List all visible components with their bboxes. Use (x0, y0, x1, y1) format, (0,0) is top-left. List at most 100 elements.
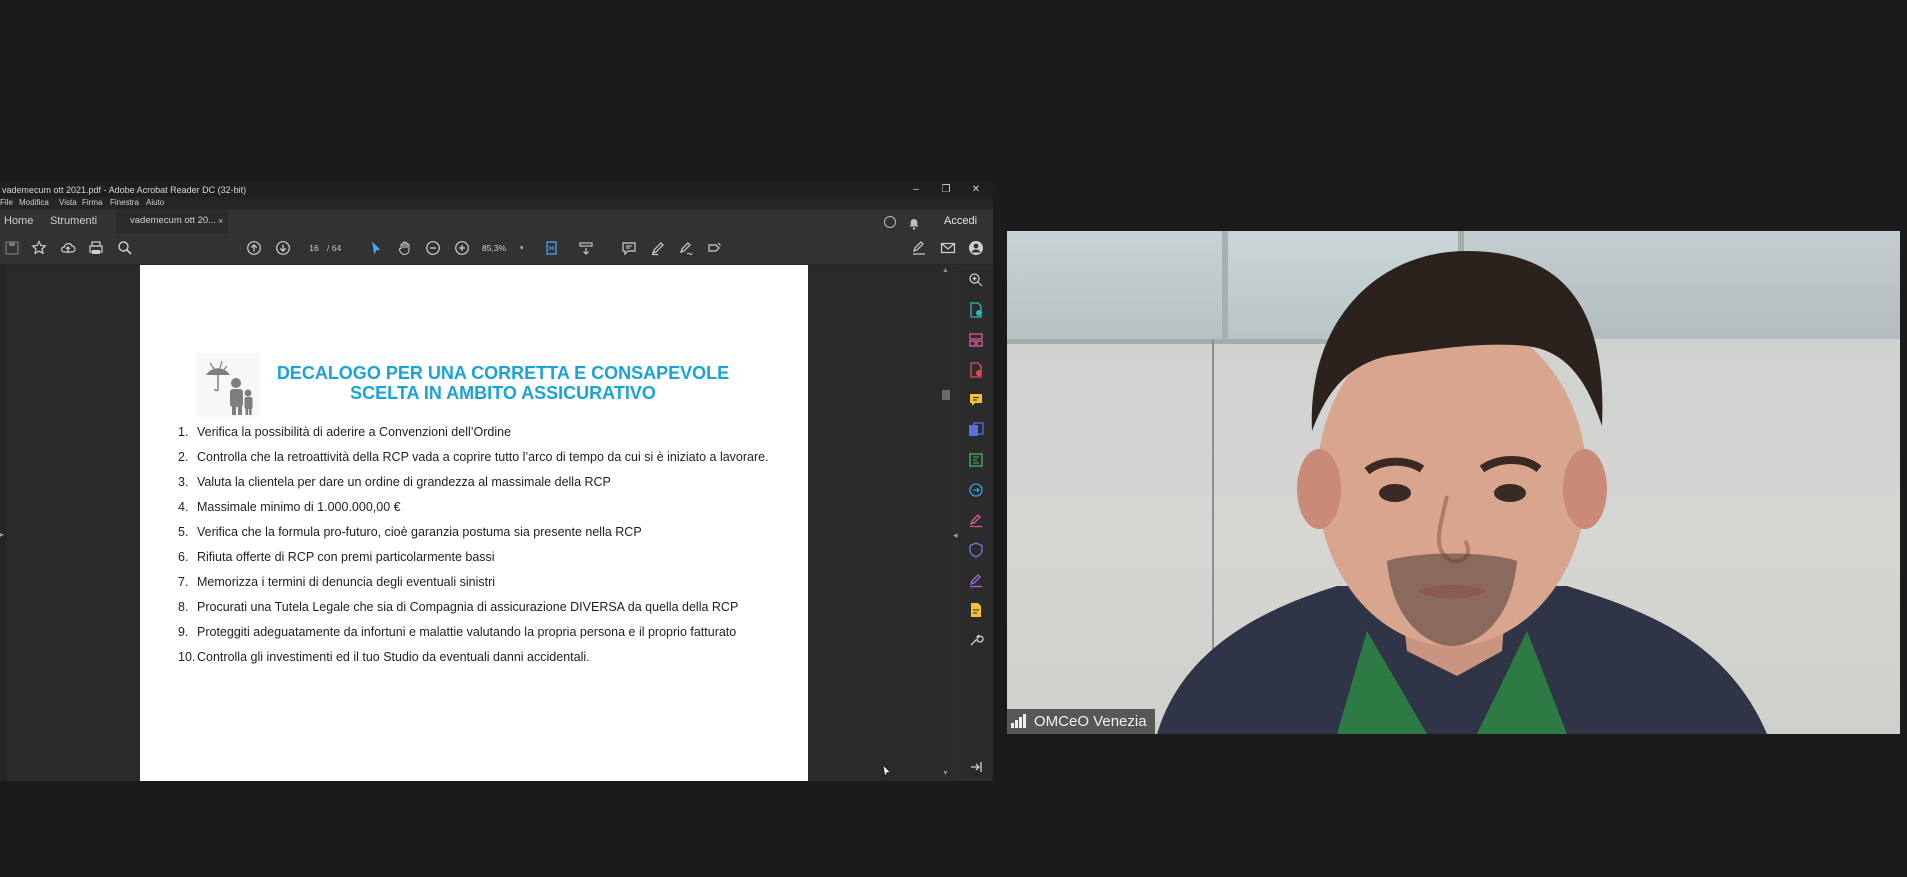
list-item: 4. Massimale minimo di 1.000.000,00 € (178, 500, 798, 525)
document-heading: DECALOGO PER UNA CORRETTA E CONSAPEVOLE … (268, 363, 738, 403)
participant-video-tile[interactable]: OMCeO Venezia (1007, 231, 1900, 734)
search-icon[interactable] (117, 240, 133, 256)
page-fit-icon[interactable] (544, 240, 560, 256)
list-item-number: 10. (178, 650, 196, 664)
restore-button[interactable]: ❐ (933, 183, 959, 197)
vertical-scrollbar[interactable]: ▲ ▼ (940, 265, 952, 781)
zoom-in-icon[interactable] (454, 240, 470, 256)
zoom-tool-icon[interactable] (968, 272, 984, 288)
comment-icon[interactable] (621, 240, 637, 256)
help-icon[interactable] (884, 216, 896, 228)
list-item-text: Proteggiti adeguatamente da infortuni e … (197, 625, 737, 639)
print-icon[interactable] (88, 240, 104, 256)
list-item: 8. Procurati una Tutela Legale che sia di… (178, 600, 798, 625)
window-title: vademecum ott 2021.pdf - Adobe Acrobat R… (2, 185, 247, 195)
comment-tool-icon[interactable] (968, 392, 984, 408)
scrollbar-thumb[interactable] (942, 390, 950, 400)
menu-finestra[interactable]: Finestra (110, 197, 139, 209)
tab-bar: Home Strumenti vademecum ott 20... × Acc… (0, 209, 993, 233)
tab-strumenti[interactable]: Strumenti (50, 209, 97, 233)
acrobat-reader-window: vademecum ott 2021.pdf - Adobe Acrobat R… (0, 183, 993, 781)
signal-strength-icon (1011, 714, 1029, 728)
menu-firma[interactable]: Firma (82, 197, 102, 209)
list-item-text: Massimale minimo di 1.000.000,00 € (197, 500, 401, 514)
expand-left-panel-icon[interactable]: ▸ (0, 530, 4, 539)
fill-sign-icon[interactable] (707, 240, 723, 256)
menu-vista[interactable]: Vista (59, 197, 77, 209)
page-number-input[interactable]: 16 (303, 242, 325, 255)
zoom-out-icon[interactable] (425, 240, 441, 256)
notifications-bell-icon[interactable] (908, 215, 920, 230)
hand-tool-icon[interactable] (397, 240, 413, 256)
list-item: 9. Proteggiti adeguatamente da infortuni … (178, 625, 798, 650)
more-tools-icon[interactable] (968, 632, 984, 648)
list-item-number: 2. (178, 450, 189, 464)
create-pdf-icon[interactable] (968, 302, 984, 318)
list-item-text: Rifiuta offerte di RCP con premi partico… (197, 550, 495, 564)
share-user-icon[interactable] (968, 240, 984, 256)
list-item: 6. Rifiuta offerte di RCP con premi parti… (178, 550, 798, 575)
signin-button[interactable]: Accedi (944, 209, 977, 233)
heading-line-2: SCELTA IN AMBITO ASSICURATIVO (350, 383, 656, 403)
participant-name-bar: OMCeO Venezia (1007, 709, 1155, 734)
list-item-text: Controlla che la retroattività della RCP… (197, 450, 769, 464)
page-total: / 64 (327, 243, 342, 253)
close-window-button[interactable]: ✕ (963, 183, 989, 197)
send-for-review-icon[interactable] (968, 482, 984, 498)
previous-page-icon[interactable] (246, 240, 262, 256)
list-item-text: Controlla gli investimenti ed il tuo Stu… (197, 650, 590, 664)
select-cursor-icon[interactable] (368, 240, 384, 256)
list-item-text: Verifica la possibilità di aderire a Con… (197, 425, 512, 439)
participant-person-image (1157, 251, 1767, 734)
scroll-down-arrow-icon[interactable]: ▼ (942, 770, 949, 777)
list-item-number: 9. (178, 625, 189, 639)
cloud-upload-icon[interactable] (60, 240, 76, 256)
minimize-button[interactable]: – (903, 183, 929, 197)
menu-file[interactable]: File (0, 197, 13, 209)
fill-and-sign-icon[interactable] (968, 512, 984, 528)
right-tools-panel (959, 265, 993, 781)
protect-shield-icon[interactable] (968, 542, 984, 558)
list-item-number: 4. (178, 500, 189, 514)
tab-close-icon[interactable]: × (218, 209, 223, 233)
tab-home[interactable]: Home (4, 209, 33, 233)
list-item: 3. Valuta la clientela per dare un ordine… (178, 475, 798, 500)
participant-name: OMCeO Venezia (1034, 713, 1147, 730)
menu-aiuto[interactable]: Aiuto (146, 197, 164, 209)
edit-pdf-icon[interactable] (968, 452, 984, 468)
request-signature-icon[interactable] (911, 240, 927, 256)
request-esign-icon[interactable] (968, 572, 984, 588)
save-icon[interactable] (4, 240, 20, 256)
prepare-form-icon[interactable] (968, 602, 984, 618)
scroll-mode-icon[interactable] (578, 240, 594, 256)
list-item-number: 5. (178, 525, 189, 539)
organize-pages-icon[interactable] (968, 332, 984, 348)
draw-sign-icon[interactable] (678, 240, 694, 256)
menu-modifica[interactable]: Modifica (19, 197, 49, 209)
highlight-pen-icon[interactable] (650, 240, 666, 256)
list-item-number: 1. (178, 425, 189, 439)
window-titlebar: vademecum ott 2021.pdf - Adobe Acrobat R… (0, 183, 993, 197)
zoom-dropdown-icon[interactable]: ▾ (520, 242, 524, 255)
menu-bar: File Modifica Vista Firma Finestra Aiuto (0, 197, 993, 209)
collapse-right-panel-icon[interactable]: ◂ (953, 530, 958, 541)
list-item-text: Procurati una Tutela Legale che sia di C… (197, 600, 739, 614)
list-item: 2. Controlla che la retroattività della R… (178, 450, 798, 475)
next-page-icon[interactable] (275, 240, 291, 256)
list-item: 7. Memorizza i termini di denuncia degli … (178, 575, 798, 600)
insurance-umbrella-illustration (196, 353, 260, 417)
tab-document[interactable]: vademecum ott 20... × (116, 209, 228, 233)
list-item-text: Valuta la clientela per dare un ordine d… (197, 475, 611, 489)
bookmark-star-icon[interactable] (31, 240, 47, 256)
list-item-number: 3. (178, 475, 189, 489)
email-icon[interactable] (940, 240, 956, 256)
list-item: 5. Verifica che la formula pro-futuro, c… (178, 525, 798, 550)
zoom-level-input[interactable]: 85,3% (482, 242, 512, 255)
collapse-tools-icon[interactable] (968, 759, 984, 775)
combine-files-icon[interactable] (968, 422, 984, 438)
decalogue-list: 1. Verifica la possibilità di aderire a C… (178, 425, 798, 675)
heading-line-1: DECALOGO PER UNA CORRETTA E CONSAPEVOLE (276, 363, 730, 383)
main-toolbar: 16 / 64 85,3% ▾ (0, 233, 993, 265)
export-pdf-icon[interactable] (968, 362, 984, 378)
scroll-up-arrow-icon[interactable]: ▲ (942, 267, 949, 274)
